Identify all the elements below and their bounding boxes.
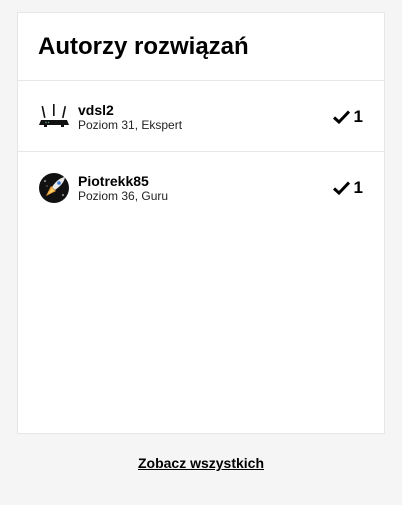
author-info: Piotrekk85 Poziom 36, Guru [78,173,168,204]
card-header: Autorzy rozwiązań [18,13,384,81]
router-icon[interactable] [38,101,70,133]
rocket-icon[interactable] [38,172,70,204]
author-name[interactable]: vdsl2 [78,102,182,118]
checkmark-icon [332,181,350,195]
author-name[interactable]: Piotrekk85 [78,173,168,189]
checkmark-icon [332,110,350,124]
author-rank: Poziom 36, Guru [78,189,169,203]
author-rank: Poziom 31, Ekspert [78,118,183,132]
solution-count-value: 1 [353,178,363,197]
solution-count: 1 [332,107,363,127]
author-info: vdsl2 Poziom 31, Ekspert [78,102,182,133]
solution-count: 1 [332,178,363,198]
see-all-link[interactable]: Zobacz wszystkich [0,455,402,471]
solution-count-value: 1 [353,107,363,126]
author-row: Piotrekk85 Poziom 36, Guru 1 [18,152,384,223]
author-row: vdsl2 Poziom 31, Ekspert 1 [18,81,384,152]
solution-authors-card: Autorzy rozwiązań vdsl2 Poziom 31, Ekspe… [17,12,385,434]
card-title: Autorzy rozwiązań [38,33,249,60]
